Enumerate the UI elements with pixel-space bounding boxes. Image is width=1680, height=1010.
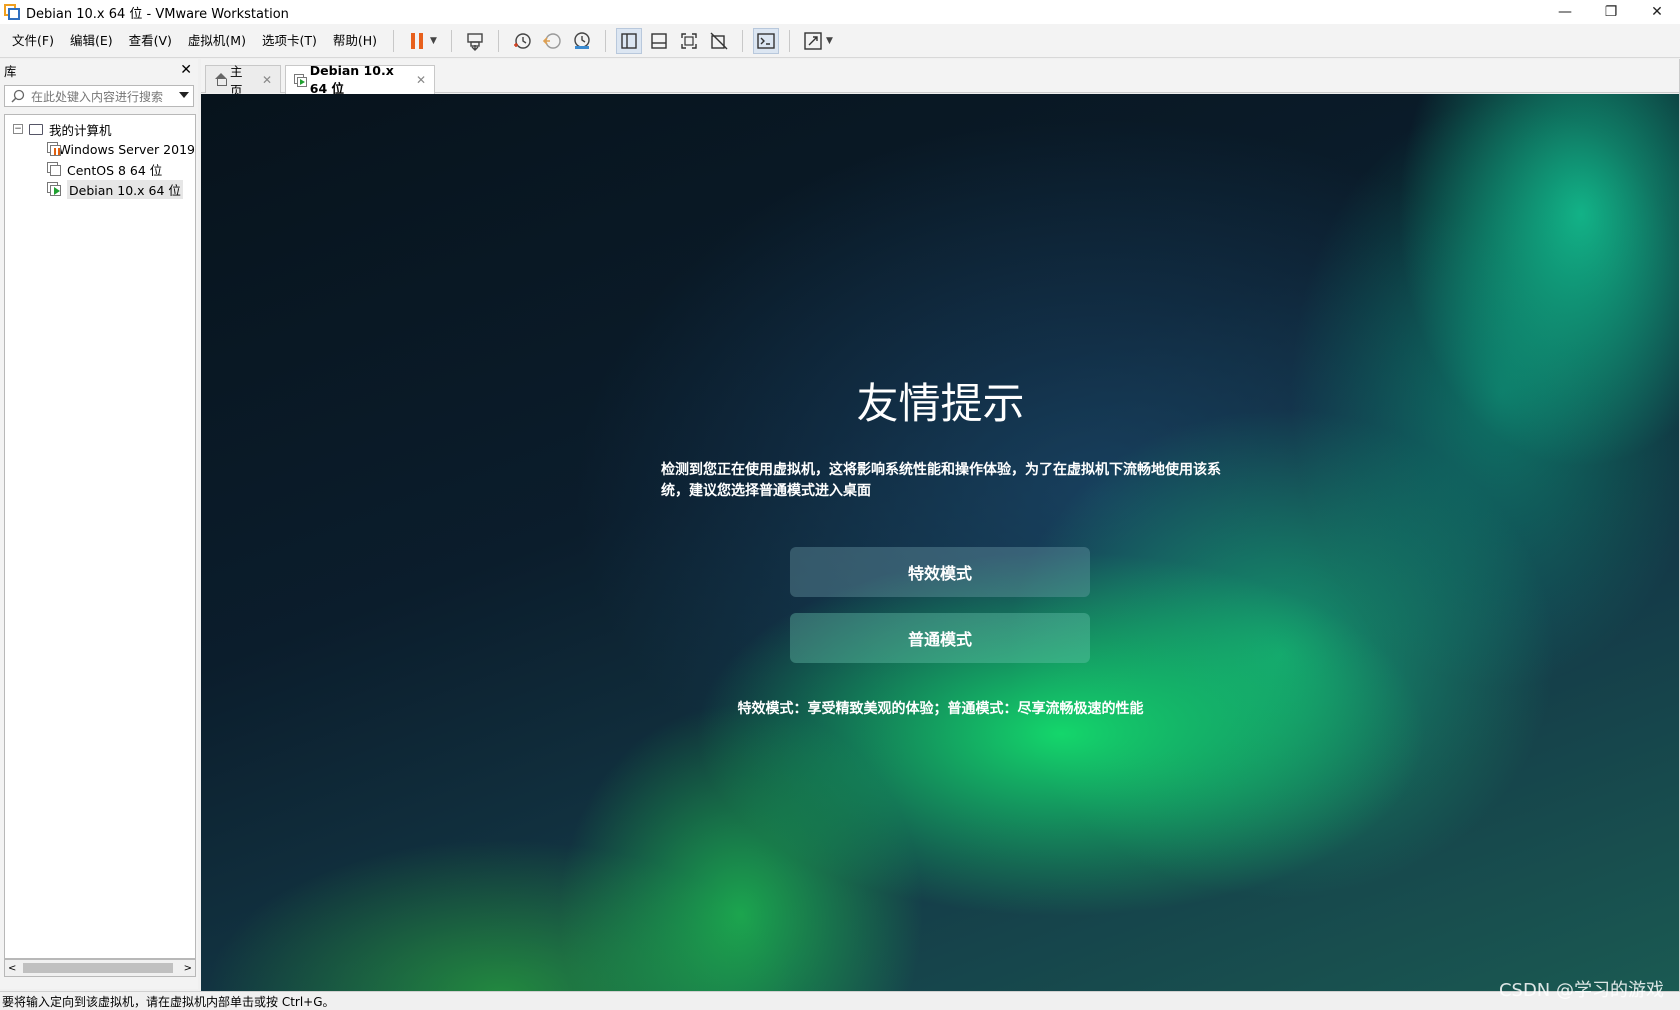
- scroll-thumb[interactable]: [23, 963, 173, 973]
- tab-strip: 主页 ✕ Debian 10.x 64 位 ✕: [201, 59, 1680, 98]
- tab-close-icon[interactable]: ✕: [416, 73, 426, 87]
- title-bar: Debian 10.x 64 位 - VMware Workstation — …: [0, 0, 1680, 24]
- scroll-right-icon[interactable]: >: [184, 963, 192, 974]
- tab-label: Debian 10.x 64 位: [309, 63, 394, 96]
- library-tree: − 我的计算机 Windows Server 2019 CentOS 8 64 …: [4, 114, 196, 959]
- tab-label: 主页: [230, 63, 243, 98]
- toolbar-separator: [393, 29, 395, 52]
- effects-mode-button[interactable]: 特效模式: [790, 547, 1090, 597]
- menu-toolbar: 文件(F) 编辑(E) 查看(V) 虚拟机(M) 选项卡(T) 帮助(H) ▼ …: [0, 24, 1680, 58]
- vmware-logo-icon: [4, 4, 20, 20]
- menu-view[interactable]: 查看(V): [121, 30, 180, 52]
- power-dropdown-icon[interactable]: ▼: [430, 36, 437, 46]
- tab-home[interactable]: 主页 ✕: [205, 64, 281, 98]
- search-icon: [11, 89, 25, 103]
- menu-tabs[interactable]: 选项卡(T): [254, 30, 325, 52]
- unity-icon[interactable]: [706, 28, 732, 54]
- watermark: CSDN @学习的游戏: [1498, 980, 1664, 1001]
- normal-mode-button[interactable]: 普通模式: [790, 613, 1090, 663]
- toolbar-separator: [741, 29, 743, 52]
- revert-snapshot-icon[interactable]: [539, 28, 565, 54]
- tree-item-label: Debian 10.x 64 位: [67, 179, 183, 199]
- vm-running-icon: [294, 73, 307, 87]
- collapse-toggle-icon[interactable]: −: [13, 124, 23, 134]
- status-text: 要将输入定向到该虚拟机，请在虚拟机内部单击或按 Ctrl+G。: [2, 994, 335, 1009]
- toolbar-separator: [788, 29, 790, 52]
- library-horizontal-scrollbar[interactable]: < >: [4, 959, 196, 977]
- home-icon: [214, 72, 228, 86]
- vm-console[interactable]: 友情提示 检测到您正在使用虚拟机，这将影响系统性能和操作体验，为了在虚拟机下流畅…: [201, 94, 1680, 991]
- menu-help[interactable]: 帮助(H): [325, 30, 385, 52]
- library-panel: 库 ✕ 在此处键入内容进行搜索 − 我的计算机 Windows Server 2…: [0, 59, 198, 989]
- tree-item-label: CentOS 8 64 位: [67, 162, 163, 178]
- window-controls: — ❐ ✕: [1542, 0, 1680, 24]
- toolbar-separator: [450, 29, 452, 52]
- tree-item-vm[interactable]: CentOS 8 64 位: [5, 159, 195, 179]
- snapshot-manager-icon[interactable]: [569, 28, 595, 54]
- vm-paused-icon: [47, 142, 61, 156]
- toolbar-separator: [497, 29, 499, 52]
- vm-icon: [47, 162, 61, 176]
- toolbar-separator: [604, 29, 606, 52]
- restore-button[interactable]: ❐: [1588, 0, 1634, 24]
- vm-running-icon: [47, 182, 61, 196]
- stretch-icon[interactable]: [800, 28, 826, 54]
- library-search-input[interactable]: 在此处键入内容进行搜索: [4, 85, 194, 107]
- close-button[interactable]: ✕: [1634, 0, 1680, 24]
- pause-icon[interactable]: [404, 28, 430, 54]
- snapshot-icon[interactable]: [509, 28, 535, 54]
- thumbnail-bar-icon[interactable]: [646, 28, 672, 54]
- stretch-dropdown-icon[interactable]: ▼: [826, 36, 833, 46]
- scroll-left-icon[interactable]: <: [8, 963, 16, 974]
- library-view-icon[interactable]: [615, 27, 642, 54]
- menu-file[interactable]: 文件(F): [4, 30, 62, 52]
- tab-debian[interactable]: Debian 10.x 64 位 ✕: [285, 63, 435, 96]
- send-ctrl-alt-del-icon[interactable]: [462, 28, 488, 54]
- tree-root-my-computer[interactable]: − 我的计算机: [5, 119, 195, 139]
- library-close-icon[interactable]: ✕: [180, 62, 192, 78]
- search-placeholder: 在此处键入内容进行搜索: [31, 89, 164, 104]
- computer-icon: [29, 123, 43, 135]
- tree-item-vm[interactable]: Debian 10.x 64 位: [5, 179, 195, 199]
- tree-item-label: Windows Server 2019: [58, 141, 195, 157]
- library-title: 库: [4, 63, 17, 79]
- minimize-button[interactable]: —: [1542, 0, 1588, 24]
- library-header: 库 ✕: [0, 59, 198, 81]
- hint-description: 检测到您正在使用虚拟机，这将影响系统性能和操作体验，为了在虚拟机下流畅地使用该系…: [661, 462, 1221, 499]
- console-icon[interactable]: [752, 27, 779, 54]
- tab-close-icon[interactable]: ✕: [262, 73, 272, 87]
- hint-title: 友情提示: [856, 379, 1025, 428]
- mode-footnote: 特效模式：享受精致美观的体验；普通模式：尽享流畅极速的性能: [737, 701, 1144, 717]
- tree-item-vm[interactable]: Windows Server 2019: [5, 139, 195, 159]
- tree-root-label: 我的计算机: [49, 122, 112, 138]
- window-title: Debian 10.x 64 位 - VMware Workstation: [26, 6, 289, 22]
- menu-edit[interactable]: 编辑(E): [62, 30, 121, 52]
- full-screen-icon[interactable]: [676, 28, 702, 54]
- search-dropdown-icon[interactable]: [179, 92, 189, 98]
- menu-vm[interactable]: 虚拟机(M): [180, 30, 254, 52]
- status-bar: 要将输入定向到该虚拟机，请在虚拟机内部单击或按 Ctrl+G。: [0, 991, 1680, 1010]
